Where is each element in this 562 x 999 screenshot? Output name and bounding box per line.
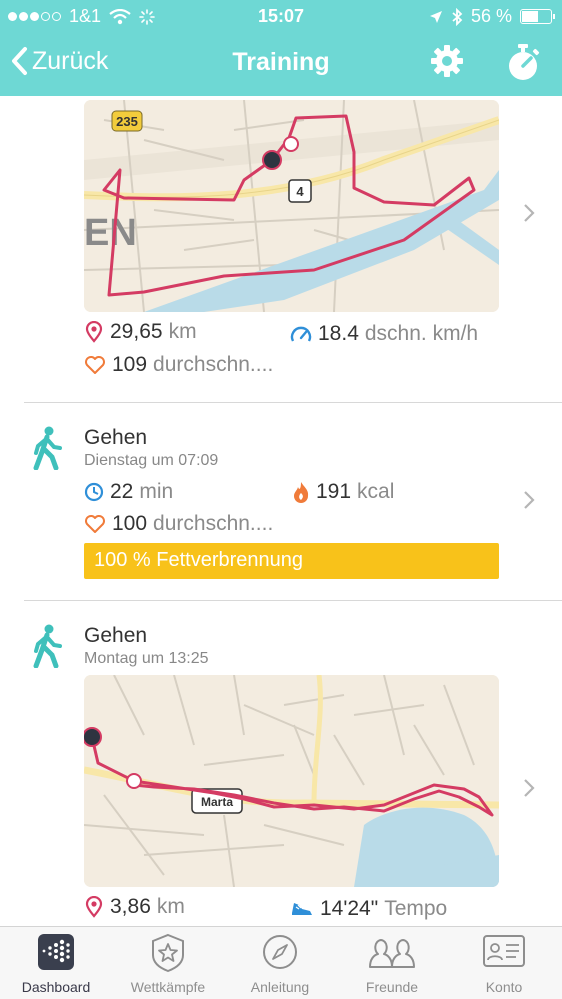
chevron-right-icon (524, 491, 535, 509)
friends-icon (369, 939, 415, 968)
star-badge-icon (152, 933, 184, 973)
tab-label: Freunde (365, 979, 419, 995)
heart-rate-value: 109 (112, 353, 148, 376)
activity-date: Dienstag um 07:09 (84, 452, 219, 469)
tab-dashboard[interactable]: Dashboard (0, 927, 112, 999)
speed-stat: 18.4 dschn. km/h (290, 322, 478, 346)
activity-list[interactable]: 235 4 EN 29,65 km 18.4 dschn. km/h 109 d… (0, 96, 562, 926)
heart-icon (85, 356, 105, 374)
speed-value: 18.4 (318, 322, 359, 345)
tab-label: Anleitung (250, 979, 310, 995)
nav-bar: Zurück Training (0, 32, 562, 96)
map-place-label: EN (84, 212, 137, 254)
pace-value: 14'24" (320, 897, 379, 920)
list-divider (24, 402, 562, 403)
clock-icon (84, 482, 104, 502)
tab-account[interactable]: Konto (448, 927, 560, 999)
distance-unit: km (156, 895, 185, 918)
heart-rate-stat: 109 durchschn.... (84, 353, 273, 377)
battery-percent: 56 % (470, 6, 512, 26)
heart-zone-badge: 100 % Fettverbrennung (84, 543, 499, 579)
distance-stat: 29,65 km (84, 320, 197, 344)
distance-unit: km (168, 320, 197, 343)
chevron-right-icon (524, 204, 535, 222)
calories-value: 191 (316, 480, 352, 503)
speedometer-icon (290, 326, 312, 342)
location-pin-icon (85, 896, 103, 918)
pace-stat: 14'24" Tempo (290, 897, 447, 921)
status-right: 56 % (429, 6, 555, 27)
activity-date: Montag um 13:25 (84, 650, 209, 667)
location-pin-icon (85, 321, 103, 343)
heart-rate-unit: durchschn.... (153, 353, 274, 376)
dashboard-icon (38, 934, 74, 970)
tab-label: Dashboard (21, 979, 91, 995)
heart-rate-value: 100 (112, 512, 148, 535)
distance-value: 29,65 (110, 320, 163, 343)
duration-unit: min (139, 480, 174, 503)
list-divider (24, 600, 562, 601)
flame-icon (294, 482, 309, 503)
duration-value: 22 (110, 480, 134, 503)
status-bar: 1&1 15:07 56 % (0, 0, 562, 32)
speed-unit: dschn. km/h (364, 322, 479, 345)
tab-label: Konto (485, 979, 523, 995)
account-card-icon (483, 935, 525, 967)
calories-stat: 191 kcal (292, 480, 394, 504)
route-map: 235 4 EN (84, 100, 499, 312)
activity-name: Gehen (84, 624, 148, 647)
bluetooth-icon (452, 7, 463, 26)
route-map-graphic: 235 4 EN (84, 100, 499, 312)
distance-stat: 3,86 km (84, 895, 185, 919)
heart-rate-stat: 100 durchschn.... (84, 512, 273, 536)
header: 1&1 15:07 56 % Zurück Training (0, 0, 562, 96)
road-label-235: 235 (116, 114, 138, 129)
shoe-icon (292, 903, 312, 915)
route-map: Marta (84, 675, 499, 887)
walking-icon (33, 624, 62, 668)
battery-icon (520, 9, 555, 24)
distance-value: 3,86 (110, 895, 151, 918)
heart-rate-unit: durchschn.... (153, 512, 274, 535)
chevron-right-icon (524, 779, 535, 797)
calories-unit: kcal (357, 480, 395, 503)
compass-icon (263, 935, 297, 969)
walking-icon (33, 426, 62, 470)
page-title: Training (232, 48, 330, 76)
duration-stat: 22 min (84, 480, 173, 504)
stopwatch-icon[interactable] (505, 43, 541, 81)
tab-challenges[interactable]: Wettkämpfe (112, 927, 224, 999)
pace-unit: Tempo (384, 897, 448, 920)
road-label-4: 4 (296, 184, 304, 199)
location-arrow-icon (429, 10, 442, 23)
activity-name: Gehen (84, 426, 148, 449)
training-screen: 1&1 15:07 56 % Zurück Training 235 4 EN … (0, 0, 562, 999)
tab-guidance[interactable]: Anleitung (224, 927, 336, 999)
route-map-graphic: Marta (84, 675, 499, 887)
tab-label: Wettkämpfe (130, 979, 206, 995)
tab-bar: Dashboard Wettkämpfe Anleitung Freunde K… (0, 926, 562, 999)
heart-icon (85, 515, 105, 533)
tab-friends[interactable]: Freunde (336, 927, 448, 999)
gear-icon[interactable] (430, 44, 464, 78)
